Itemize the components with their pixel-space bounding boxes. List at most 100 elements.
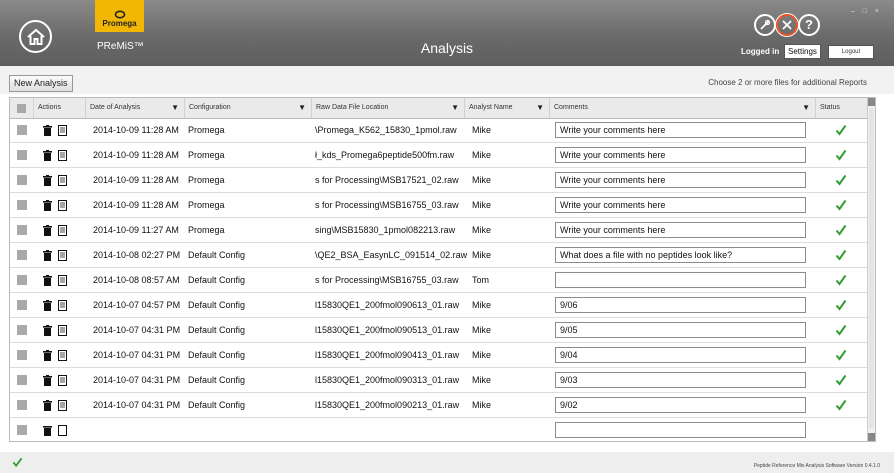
- col-analyst[interactable]: Analyst Name ▼: [464, 98, 549, 118]
- report-icon[interactable]: [58, 375, 67, 386]
- logout-button[interactable]: Logout: [828, 45, 874, 59]
- report-icon[interactable]: [58, 425, 67, 436]
- report-icon[interactable]: [58, 250, 67, 261]
- filter-icon[interactable]: ▼: [298, 98, 306, 118]
- col-raw-file[interactable]: Raw Data File Location ▼: [311, 98, 464, 118]
- report-icon[interactable]: [58, 175, 67, 186]
- status-check-icon: [835, 399, 847, 411]
- comment-input[interactable]: Write your comments here: [555, 197, 806, 213]
- comment-input[interactable]: 9/05: [555, 322, 806, 338]
- scroll-thumb[interactable]: [869, 108, 874, 428]
- scroll-up-arrow[interactable]: [868, 98, 875, 106]
- status-check-icon: [835, 249, 847, 261]
- trash-icon[interactable]: [43, 175, 52, 186]
- row-checkbox[interactable]: [17, 125, 27, 135]
- date-cell: 2014-10-09 11:28 AM: [93, 200, 179, 210]
- comment-input[interactable]: 9/03: [555, 372, 806, 388]
- comment-input[interactable]: Write your comments here: [555, 122, 806, 138]
- row-checkbox[interactable]: [17, 250, 27, 260]
- trash-icon[interactable]: [43, 350, 52, 361]
- row-checkbox[interactable]: [17, 225, 27, 235]
- trash-icon[interactable]: [43, 300, 52, 311]
- report-icon[interactable]: [58, 150, 67, 161]
- check-icon: [12, 457, 23, 468]
- table-row[interactable]: 2014-10-09 11:28 AM Promega ł_kds_Promega6…: [10, 143, 868, 168]
- file-cell: l15830QE1_200fmol090413_01.raw: [315, 350, 460, 360]
- table-row[interactable]: 2014-10-09 11:28 AM Promega \Promega_K562_…: [10, 118, 868, 143]
- table-row[interactable]: 2014-10-09 11:27 AM Promega sing\MSB15830_…: [10, 218, 868, 243]
- table-row[interactable]: 2014-10-08 02:27 PM Default Config \QE2_BS…: [10, 243, 868, 268]
- date-cell: 2014-10-07 04:31 PM: [93, 325, 181, 335]
- settings-button[interactable]: Settings: [784, 44, 821, 59]
- trash-icon[interactable]: [43, 400, 52, 411]
- comment-input[interactable]: Write your comments here: [555, 172, 806, 188]
- help-button[interactable]: ?: [798, 14, 820, 36]
- report-icon[interactable]: [58, 400, 67, 411]
- table-row[interactable]: 2014-10-07 04:31 PM Default Config l15830Q…: [10, 318, 868, 343]
- table-row[interactable]: 2014-10-07 04:31 PM Default Config l15830Q…: [10, 368, 868, 393]
- row-checkbox[interactable]: [17, 275, 27, 285]
- settings-tools-button[interactable]: [776, 14, 798, 36]
- trash-icon[interactable]: [43, 150, 52, 161]
- filter-icon[interactable]: ▼: [171, 98, 179, 118]
- report-icon[interactable]: [58, 325, 67, 336]
- trash-icon[interactable]: [43, 200, 52, 211]
- report-icon[interactable]: [58, 275, 67, 286]
- trash-icon[interactable]: [43, 125, 52, 136]
- row-checkbox[interactable]: [17, 200, 27, 210]
- row-checkbox[interactable]: [17, 400, 27, 410]
- scroll-down-arrow[interactable]: [868, 433, 875, 441]
- analyst-cell: Mike: [472, 250, 492, 260]
- col-configuration[interactable]: Configuration ▼: [184, 98, 311, 118]
- report-icon[interactable]: [58, 225, 67, 236]
- table-row[interactable]: 2014-10-08 08:57 AM Default Config s for P…: [10, 268, 868, 293]
- table-row[interactable]: [10, 418, 868, 441]
- trash-icon[interactable]: [43, 325, 52, 336]
- report-icon[interactable]: [58, 200, 67, 211]
- window-controls[interactable]: – □ ×: [851, 8, 882, 15]
- row-checkbox[interactable]: [17, 300, 27, 310]
- comment-input[interactable]: 9/02: [555, 397, 806, 413]
- table-row[interactable]: 2014-10-07 04:57 PM Default Config l15830Q…: [10, 293, 868, 318]
- comment-input[interactable]: Write your comments here: [555, 222, 806, 238]
- row-checkbox[interactable]: [17, 175, 27, 185]
- comment-input[interactable]: [555, 422, 806, 438]
- status-bar: Peptide Reference Mix Analysis Software …: [0, 452, 894, 473]
- comment-input[interactable]: [555, 272, 806, 288]
- vertical-scrollbar[interactable]: [867, 98, 875, 441]
- table-row[interactable]: 2014-10-07 04:31 PM Default Config l15830Q…: [10, 393, 868, 418]
- comment-input[interactable]: Write your comments here: [555, 147, 806, 163]
- filter-icon[interactable]: ▼: [536, 98, 544, 118]
- select-all-checkbox[interactable]: [17, 104, 26, 113]
- col-comments[interactable]: Comments ▼: [549, 98, 815, 118]
- reports-hint: Choose 2 or more files for additional Re…: [708, 78, 867, 87]
- report-icon[interactable]: [58, 350, 67, 361]
- filter-icon[interactable]: ▼: [451, 98, 459, 118]
- trash-icon[interactable]: [43, 250, 52, 261]
- filter-icon[interactable]: ▼: [802, 98, 810, 118]
- new-analysis-button[interactable]: New Analysis: [9, 75, 73, 92]
- file-cell: sing\MSB15830_1pmol082213.raw: [315, 225, 456, 235]
- tools-button[interactable]: [754, 14, 776, 36]
- report-icon[interactable]: [58, 125, 67, 136]
- trash-icon[interactable]: [43, 275, 52, 286]
- trash-icon[interactable]: [43, 225, 52, 236]
- comment-input[interactable]: What does a file with no peptides look l…: [555, 247, 806, 263]
- row-checkbox[interactable]: [17, 350, 27, 360]
- comment-input[interactable]: 9/06: [555, 297, 806, 313]
- trash-icon[interactable]: [43, 375, 52, 386]
- table-row[interactable]: 2014-10-09 11:28 AM Promega s for Processi…: [10, 168, 868, 193]
- row-checkbox[interactable]: [17, 375, 27, 385]
- table-row[interactable]: 2014-10-09 11:28 AM Promega s for Processi…: [10, 193, 868, 218]
- col-date[interactable]: Date of Analysis ▼: [85, 98, 184, 118]
- row-checkbox[interactable]: [17, 425, 27, 435]
- trash-icon[interactable]: [43, 425, 52, 436]
- report-icon[interactable]: [58, 300, 67, 311]
- row-checkbox[interactable]: [17, 325, 27, 335]
- date-cell: 2014-10-07 04:31 PM: [93, 400, 181, 410]
- col-status: Status: [815, 98, 868, 118]
- file-cell: ł_kds_Promega6peptide500fm.raw: [315, 150, 455, 160]
- table-row[interactable]: 2014-10-07 04:31 PM Default Config l15830Q…: [10, 343, 868, 368]
- comment-input[interactable]: 9/04: [555, 347, 806, 363]
- row-checkbox[interactable]: [17, 150, 27, 160]
